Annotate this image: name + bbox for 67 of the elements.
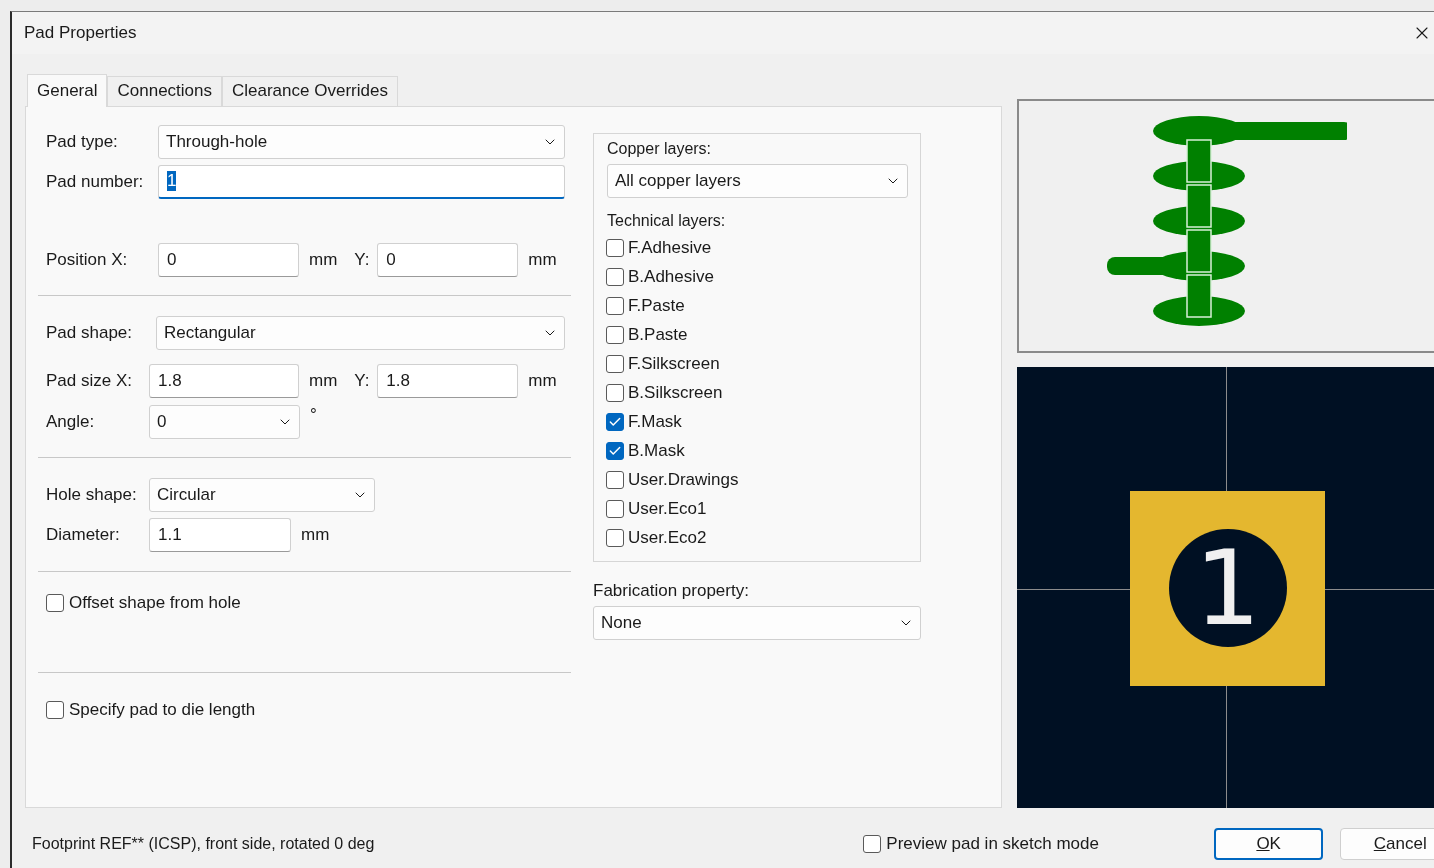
group-label: Copper layers:: [607, 140, 713, 158]
checkbox[interactable]: [606, 297, 624, 316]
checkbox[interactable]: [606, 413, 624, 432]
checkbox[interactable]: [606, 326, 624, 345]
checkbox-label: B.Silkscreen: [628, 383, 723, 404]
unit-label: mm: [301, 525, 330, 545]
checkbox-label: B.Mask: [628, 441, 685, 462]
input-field[interactable]: 0: [158, 243, 299, 277]
checkbox-label: User.Drawings: [628, 470, 739, 491]
field-label: Pad size X:: [45, 371, 133, 391]
checkbox[interactable]: [863, 835, 882, 854]
unit-label: mm: [309, 371, 338, 391]
field-label: Pad shape:: [45, 323, 133, 343]
cancel-button[interactable]: Cancel: [1340, 828, 1434, 861]
group-label: Technical layers:: [607, 212, 727, 230]
unit-label: mm: [309, 250, 338, 270]
dropdown[interactable]: Through-hole: [158, 125, 565, 159]
checkbox[interactable]: [606, 355, 624, 374]
pad-number-label: 1: [1194, 536, 1261, 641]
checkbox-label: F.Mask: [628, 412, 682, 433]
input-field[interactable]: 1: [158, 165, 565, 199]
input-field[interactable]: 0: [377, 243, 519, 277]
dropdown[interactable]: Circular: [149, 478, 375, 512]
field-label: Position X:: [45, 250, 129, 270]
checkbox[interactable]: [46, 701, 64, 720]
checkbox[interactable]: [606, 268, 624, 287]
checkbox[interactable]: [606, 500, 624, 519]
input-field[interactable]: 1.1: [149, 518, 291, 552]
window-title: Pad Properties: [24, 23, 137, 43]
dropdown[interactable]: 0: [149, 405, 300, 439]
field-label: Diameter:: [45, 525, 121, 545]
checkbox-label: B.Paste: [628, 325, 688, 346]
field-label: Y:: [354, 250, 371, 270]
checkbox[interactable]: [606, 239, 624, 258]
checkbox-label: Specify pad to die length: [69, 700, 256, 721]
checkbox-label: Offset shape from hole: [69, 593, 241, 614]
checkbox[interactable]: [606, 384, 624, 403]
input-field[interactable]: 1.8: [149, 364, 299, 398]
checkbox-label: User.Eco1: [628, 499, 707, 520]
field-label: Pad number:: [45, 172, 145, 192]
input-field[interactable]: 1.8: [377, 364, 519, 398]
dropdown[interactable]: All copper layers: [607, 164, 908, 198]
status-text: Footprint REF** (ICSP), front side, rotated 0 deg: [32, 835, 376, 854]
checkbox[interactable]: [46, 594, 64, 613]
checkbox[interactable]: [606, 471, 624, 490]
ok-button[interactable]: OK: [1213, 828, 1324, 861]
field-label: Y:: [354, 371, 371, 391]
checkbox-label: F.Silkscreen: [628, 354, 720, 375]
checkbox-label: User.Eco2: [628, 528, 707, 549]
checkbox-label: Preview pad in sketch mode: [886, 834, 1099, 855]
checkbox[interactable]: [606, 529, 624, 548]
unit-label: °: [310, 405, 317, 425]
tab[interactable]: Connections: [107, 76, 222, 106]
unit-label: mm: [528, 371, 557, 391]
dropdown[interactable]: Rectangular: [156, 316, 565, 350]
field-label: Fabrication property:: [593, 581, 750, 601]
checkbox-label: F.Adhesive: [628, 238, 712, 259]
checkbox[interactable]: [606, 442, 624, 461]
tab[interactable]: Clearance Overrides: [222, 76, 398, 106]
unit-label: mm: [528, 250, 557, 270]
field-label: Hole shape:: [45, 485, 138, 505]
checkbox-label: F.Paste: [628, 296, 685, 317]
dropdown[interactable]: None: [593, 606, 921, 640]
checkbox-label: B.Adhesive: [628, 267, 714, 288]
tab[interactable]: General: [27, 74, 108, 107]
field-label: Angle:: [45, 412, 96, 432]
field-label: Pad type:: [45, 132, 119, 152]
